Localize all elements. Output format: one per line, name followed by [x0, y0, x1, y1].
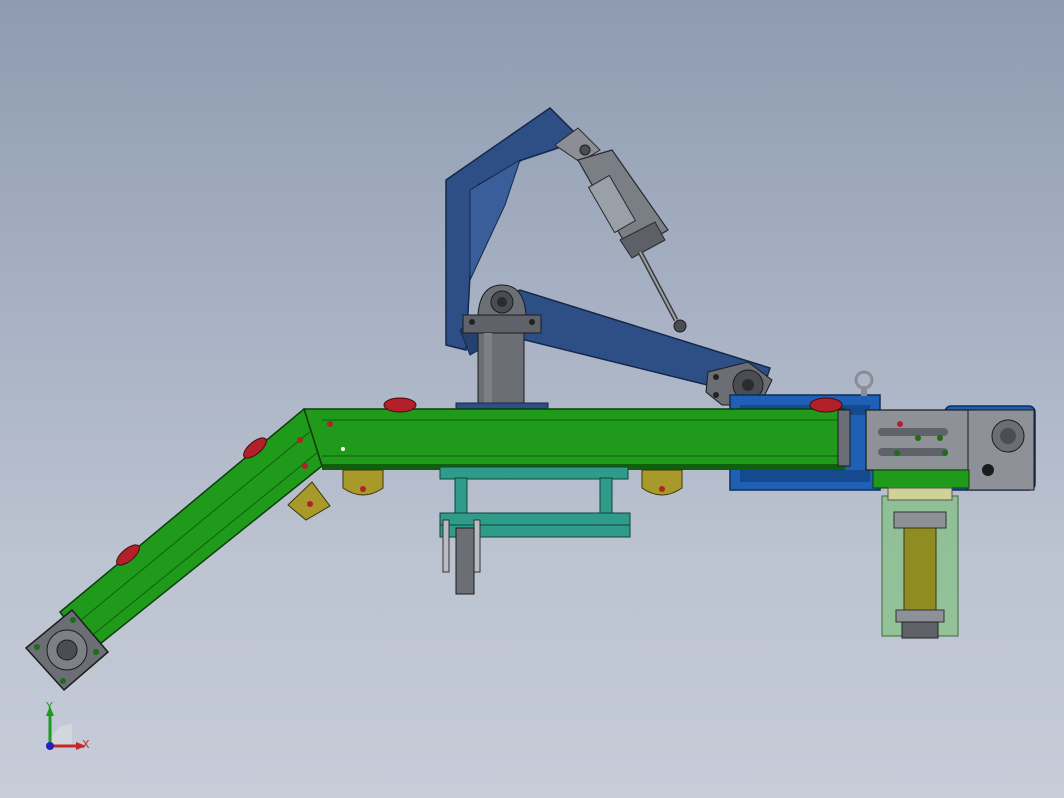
vertical-spindle[interactable]	[881, 487, 959, 639]
pneumatic-cylinder[interactable]	[554, 127, 687, 333]
z-axis-dot	[46, 742, 54, 750]
x-axis-label: X	[82, 738, 90, 751]
teal-mounting-bracket[interactable]	[439, 466, 631, 538]
inclined-green-beam[interactable]	[58, 407, 323, 654]
cad-viewport[interactable]: Y X	[0, 0, 1064, 798]
conveyor-arm-assembly[interactable]: Y X	[0, 0, 1064, 798]
y-axis-label: Y	[45, 700, 53, 713]
main-green-beam[interactable]	[302, 408, 846, 470]
lifting-eye	[854, 370, 874, 396]
guide-wheel	[442, 519, 481, 595]
coordinate-triad: Y X	[45, 700, 90, 751]
